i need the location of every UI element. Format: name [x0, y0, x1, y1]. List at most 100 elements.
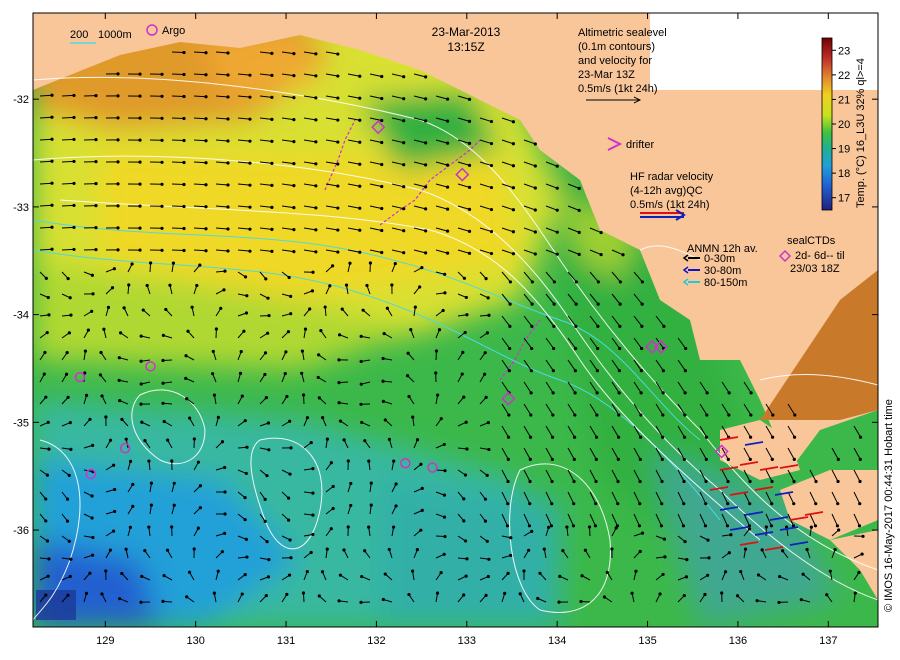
velocity-arrow-head	[770, 479, 774, 484]
velocity-arrow-head	[542, 547, 546, 551]
velocity-arrow-head	[196, 460, 201, 464]
velocity-arrow-head	[413, 305, 417, 309]
velocity-arrow-head	[84, 591, 89, 595]
velocity-arrow-head	[198, 506, 203, 510]
velocity-arrow-head	[360, 574, 364, 579]
velocity-arrow-head	[94, 138, 98, 142]
velocity-arrow-head	[139, 334, 143, 338]
velocity-arrow-head	[160, 226, 164, 230]
velocity-arrow-head	[161, 599, 165, 603]
lat-tick-label: -36	[13, 525, 29, 537]
velocity-arrow-head	[390, 283, 394, 287]
velocity-arrow-head	[182, 94, 186, 99]
velocity-arrow-head	[555, 252, 559, 256]
velocity-arrow-head	[185, 397, 189, 401]
sealctd-legend-line1: 2d- 6d-- til	[795, 250, 845, 262]
velocity-arrow-head	[445, 163, 450, 167]
velocity-arrow-head	[558, 574, 562, 578]
velocity-arrow-head	[128, 525, 133, 529]
velocity-arrow-head	[317, 594, 321, 598]
velocity-arrow-head	[703, 592, 707, 597]
velocity-arrow-head	[67, 539, 71, 543]
velocity-arrow-head	[340, 307, 344, 311]
velocity-arrow-head	[387, 437, 392, 441]
velocity-arrow-head	[551, 369, 555, 373]
velocity-arrow-head	[359, 382, 363, 386]
velocity-arrow-head	[336, 52, 340, 56]
velocity-arrow-head	[393, 262, 397, 266]
velocity-arrow-head	[325, 547, 329, 551]
velocity-arrow-head	[530, 324, 534, 328]
velocity-arrow-head	[577, 186, 581, 190]
velocity-arrow-head	[617, 413, 621, 417]
velocity-arrow-head	[729, 533, 733, 537]
velocity-arrow-head	[640, 531, 645, 535]
velocity-arrow-head	[319, 329, 323, 333]
velocity-arrow-head	[424, 163, 428, 167]
velocity-arrow-head	[769, 524, 774, 528]
velocity-arrow-head	[358, 162, 362, 166]
velocity-arrow-head	[44, 497, 48, 501]
velocity-arrow-head	[50, 181, 54, 185]
velocity-arrow-head	[726, 502, 730, 506]
velocity-arrow-head	[621, 253, 625, 257]
velocity-arrow-head	[240, 394, 244, 398]
velocity-arrow-head	[705, 413, 709, 417]
velocity-arrow-head	[441, 308, 445, 313]
velocity-arrow-head	[561, 549, 565, 553]
lat-tick-label: -33	[13, 202, 29, 214]
velocity-arrow-head	[610, 547, 614, 551]
velocity-arrow-head	[747, 524, 752, 528]
velocity-arrow-head	[120, 417, 124, 421]
velocity-arrow-head	[394, 482, 398, 486]
velocity-arrow-head	[270, 95, 274, 99]
velocity-arrow-head	[171, 261, 176, 265]
velocity-arrow-head	[487, 313, 491, 317]
velocity-arrow-head	[764, 525, 768, 529]
velocity-arrow-head	[462, 593, 466, 597]
velocity-arrow-head	[805, 547, 809, 552]
velocity-arrow-head	[415, 548, 419, 552]
velocity-arrow-head	[365, 283, 369, 288]
velocity-arrow-head	[289, 294, 293, 298]
velocity-arrow-head	[108, 438, 113, 442]
velocity-arrow-head	[263, 497, 267, 501]
velocity-arrow-head	[533, 142, 537, 146]
velocity-arrow-head	[50, 137, 54, 141]
velocity-arrow-head	[198, 484, 203, 488]
velocity-arrow-head	[64, 372, 69, 376]
velocity-arrow-head	[861, 534, 865, 538]
velocity-arrow-head	[749, 391, 753, 395]
velocity-arrow-head	[223, 512, 227, 516]
velocity-arrow-head	[835, 524, 840, 528]
velocity-arrow-head	[369, 481, 373, 485]
velocity-arrow-head	[292, 184, 296, 188]
velocity-arrow-head	[577, 208, 581, 212]
velocity-arrow-head	[245, 555, 249, 559]
velocity-arrow-head	[68, 296, 72, 300]
velocity-arrow-head	[113, 509, 117, 514]
velocity-arrow-head	[640, 346, 644, 351]
velocity-arrow-head	[618, 324, 622, 328]
velocity-arrow-head	[212, 393, 217, 397]
velocity-arrow-head	[484, 593, 488, 597]
velocity-arrow-head	[44, 593, 48, 597]
velocity-arrow-head	[380, 184, 384, 189]
velocity-arrow-head	[661, 369, 665, 373]
velocity-arrow-head	[522, 569, 526, 573]
velocity-arrow-head	[858, 435, 863, 439]
velocity-arrow-head	[634, 569, 638, 573]
velocity-arrow-head	[506, 502, 510, 506]
velocity-arrow-head	[336, 250, 340, 254]
velocity-arrow-head	[112, 267, 116, 271]
velocity-arrow-head	[116, 160, 120, 164]
velocity-arrow-head	[367, 525, 371, 529]
velocity-arrow-head	[439, 571, 443, 575]
velocity-arrow-head	[574, 280, 578, 284]
velocity-arrow-head	[226, 205, 230, 209]
velocity-arrow-head	[574, 302, 578, 306]
velocity-arrow-head	[50, 93, 54, 97]
velocity-arrow-head	[424, 229, 428, 233]
velocity-arrow	[171, 161, 185, 164]
velocity-arrow-head	[248, 161, 252, 165]
